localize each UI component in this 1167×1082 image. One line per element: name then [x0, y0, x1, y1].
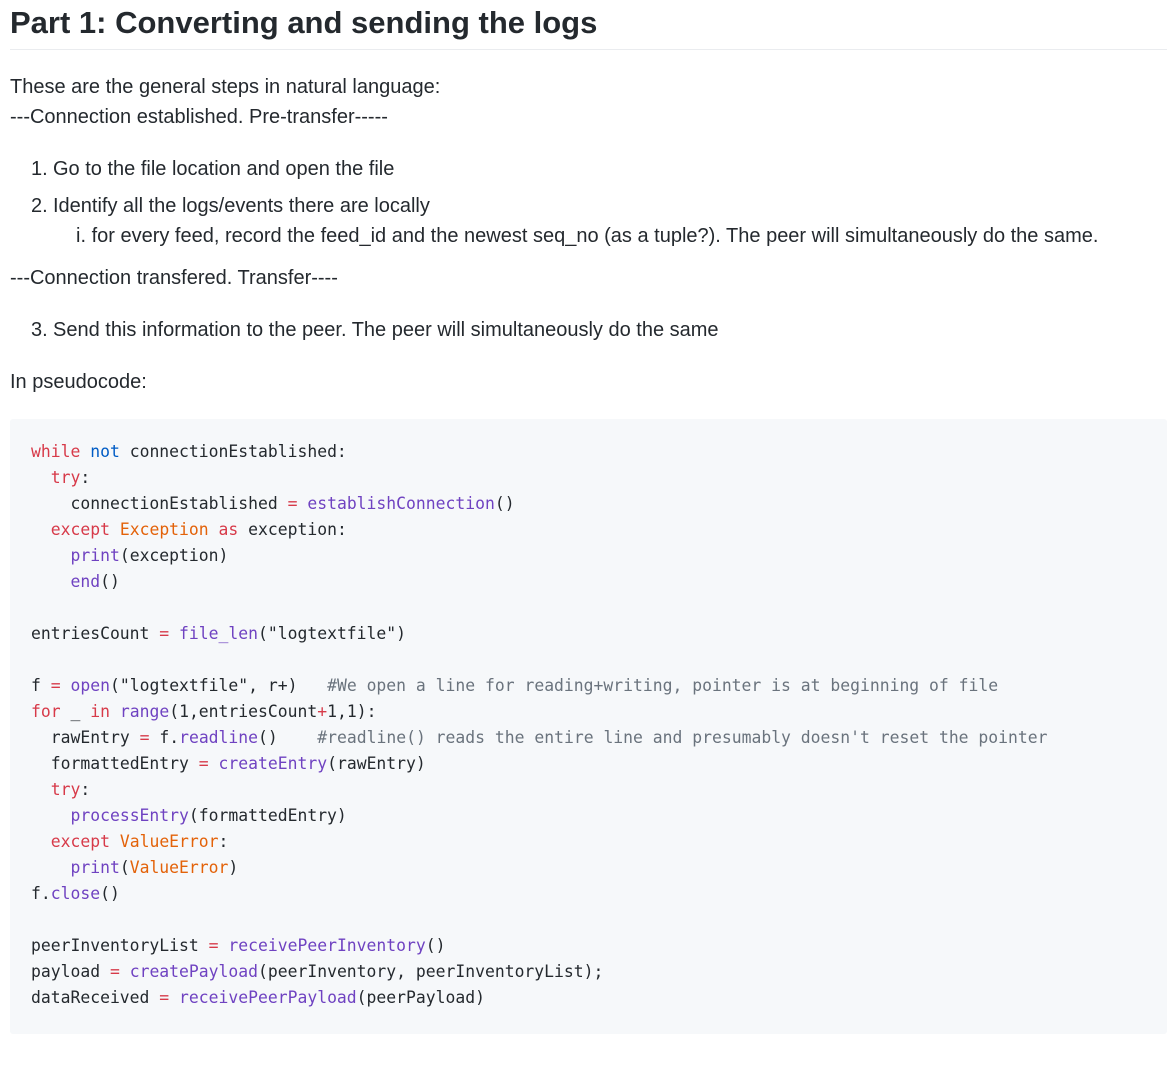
code-token: 1,1): [327, 702, 377, 721]
code-token: range [119, 702, 170, 721]
code-token: try [50, 468, 81, 487]
code-token: formattedEntry [50, 754, 189, 773]
pretransfer-label: ---Connection established. Pre-transfer-… [10, 106, 388, 128]
code-token: readline [179, 728, 259, 747]
steps-list-2: 3. Send this information to the peer. The… [10, 315, 1167, 345]
code-token: rawEntry [50, 728, 130, 747]
code-token: receivePeerInventory [228, 936, 426, 955]
code-token: ("logtextfile", r+) [109, 676, 298, 695]
code-token: = [159, 624, 170, 643]
list-item: 2. Identify all the logs/events there are… [31, 191, 1167, 251]
code-token: Exception [119, 520, 209, 539]
code-token: createPayload [129, 962, 258, 981]
transfer-label: ---Connection transfered. Transfer---- [10, 267, 338, 289]
list-number: 2. [31, 195, 48, 217]
code-token: open [70, 676, 110, 695]
list-text: Send this information to the peer. The p… [53, 319, 719, 341]
code-token: : [80, 780, 91, 799]
list-text: for every feed, record the feed_id and t… [91, 225, 1099, 247]
code-token: try [50, 780, 81, 799]
code-token: f. [159, 728, 180, 747]
code-token: #readline() reads the entire line and pr… [317, 728, 1048, 747]
code-token: except [50, 832, 110, 851]
code-token: : [218, 832, 229, 851]
code-token: = [287, 494, 298, 513]
code-token: = [139, 728, 150, 747]
list-number: 3. [31, 319, 48, 341]
code-token: ) [228, 858, 239, 877]
code-token: (1,entriesCount [169, 702, 318, 721]
code-token: (exception) [119, 546, 229, 565]
code-token: f [31, 676, 41, 695]
code-token: () [258, 728, 278, 747]
code-token: ( [119, 858, 130, 877]
code-token: except [50, 520, 110, 539]
code-token: #We open a line for reading+writing, poi… [327, 676, 999, 695]
steps-list: 1. Go to the file location and open the f… [10, 154, 1167, 251]
code-token: while [31, 442, 81, 461]
code-token: ("logtextfile") [258, 624, 407, 643]
code-token: not [90, 442, 120, 461]
code-token: = [198, 754, 209, 773]
list-text: Identify all the logs/events there are l… [53, 195, 430, 217]
code-token: file_len [179, 624, 258, 643]
code-token: () [425, 936, 446, 955]
code-token: payload [31, 962, 101, 981]
code-token: end [70, 572, 101, 591]
code-token: () [100, 572, 120, 591]
code-token: print [70, 858, 120, 877]
code-token: : [80, 468, 91, 487]
code-token: processEntry [70, 806, 189, 825]
code-token: dataReceived [31, 988, 150, 1007]
code-token: () [100, 884, 120, 903]
code-token: = [208, 936, 219, 955]
list-item: 1. Go to the file location and open the f… [31, 154, 1167, 184]
intro-text: These are the general steps in natural l… [10, 76, 441, 98]
document: Part 1: Converting and sending the logs … [10, 0, 1167, 1034]
code-token: receivePeerPayload [179, 988, 357, 1007]
code-token: (formattedEntry) [188, 806, 347, 825]
code-token: exception: [248, 520, 347, 539]
code-token: = [109, 962, 120, 981]
code-token: () [494, 494, 515, 513]
code-token: connectionEstablished [70, 494, 278, 513]
list-item: 3. Send this information to the peer. The… [31, 315, 1167, 345]
code-token: establishConnection [307, 494, 495, 513]
code-token: ValueError [119, 832, 219, 851]
list-item: i. for every feed, record the feed_id an… [76, 221, 1167, 251]
code-token: ValueError [129, 858, 229, 877]
code-token: (peerPayload) [356, 988, 485, 1007]
code-token: _ [70, 702, 81, 721]
code-token: = [159, 988, 170, 1007]
code-token: = [50, 676, 61, 695]
pseudocode-label: In pseudocode: [10, 371, 147, 393]
code-token: entriesCount [31, 624, 150, 643]
code-token: createEntry [218, 754, 328, 773]
code-token: print [70, 546, 120, 565]
code-token: connectionEstablished: [129, 442, 347, 461]
code-token: peerInventoryList [31, 936, 199, 955]
code-token: f. [31, 884, 51, 903]
code-token: in [90, 702, 110, 721]
substeps-list: i. for every feed, record the feed_id an… [31, 221, 1167, 251]
code-token: + [317, 702, 328, 721]
code-token: as [218, 520, 239, 539]
list-number: 1. [31, 158, 48, 180]
page-title: Part 1: Converting and sending the logs [10, 0, 1167, 50]
code-token: (peerInventory, peerInventoryList); [258, 962, 604, 981]
code-token: close [50, 884, 101, 903]
list-number: i. [76, 225, 86, 247]
code-block: while not connectionEstablished: try: co… [10, 419, 1167, 1034]
code-token: (rawEntry) [327, 754, 426, 773]
list-text: Go to the file location and open the fil… [53, 158, 395, 180]
code-token: for [31, 702, 61, 721]
